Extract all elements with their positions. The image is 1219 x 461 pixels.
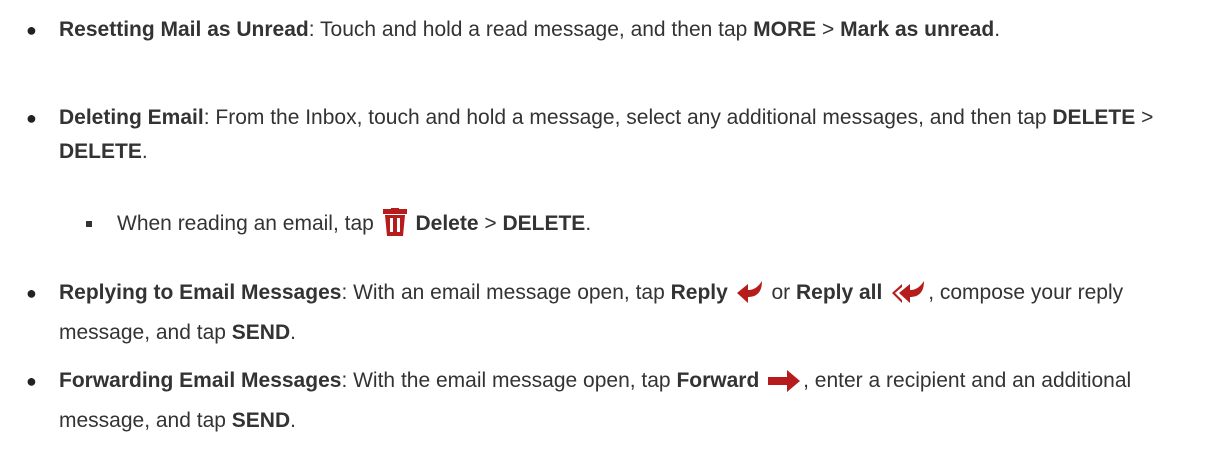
bullet: ● — [26, 371, 37, 391]
forward-label: Forward — [676, 369, 760, 392]
reply-label: Reply — [670, 281, 728, 304]
reply-icon — [736, 279, 764, 316]
delete-confirm-label: DELETE — [59, 140, 142, 163]
item-title: Resetting Mail as Unread — [59, 18, 309, 41]
item-text: Replying to Email Messages: With an emai… — [59, 279, 1124, 344]
reply-all-label: Reply all — [795, 281, 883, 304]
delete-label: DELETE — [1052, 106, 1136, 129]
reply-all-icon — [890, 279, 926, 316]
item-text: Deleting Email: From the Inbox, touch an… — [59, 106, 1154, 163]
page: { "items": [ { "title": "Resetting Mail … — [0, 0, 1219, 461]
item-text: Resetting Mail as Unread: Touch and hold… — [59, 18, 1001, 41]
forward-icon — [767, 369, 801, 404]
item-title: Deleting Email — [59, 106, 204, 129]
square-bullet — [86, 221, 92, 227]
more-label: MORE — [753, 18, 817, 41]
item-title: Replying to Email Messages — [59, 281, 342, 304]
delete-confirm-label: DELETE — [502, 212, 586, 235]
item-title: Forwarding Email Messages — [59, 369, 342, 392]
bullet: ● — [26, 20, 37, 40]
delete-label: Delete — [415, 212, 479, 235]
bullet: ● — [26, 108, 37, 128]
mark-as-unread-label: Mark as unread — [840, 18, 995, 41]
bullet: ● — [26, 283, 37, 303]
trash-icon — [382, 208, 408, 247]
send-label: SEND — [231, 409, 291, 432]
send-label: SEND — [231, 321, 291, 344]
item-text: Forwarding Email Messages: With the emai… — [59, 369, 1132, 432]
item-text: When reading an email, tap Delete > DELE… — [117, 207, 1167, 247]
